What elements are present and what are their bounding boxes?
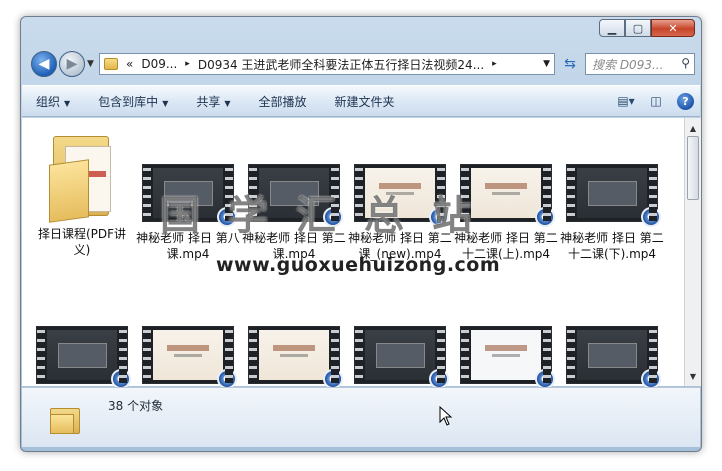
- search-placeholder: 搜索 D093...: [592, 57, 664, 72]
- file-list: 择日课程(PDF讲义) ● 神秘老师 择日 第八课.mp4 ● 神秘老师 择日 第二课.…: [22, 118, 684, 439]
- video-thumbnail: ●: [460, 326, 555, 389]
- item-count: 38 个对象: [108, 399, 164, 413]
- command-bar: 组织 ▼ 包含到库中 ▼ 共享 ▼ 全部播放 新建文件夹 ▤▾ ◫ ?: [22, 85, 700, 117]
- chevron-down-icon: ▼: [224, 98, 231, 108]
- organize-button[interactable]: 组织 ▼: [22, 93, 84, 110]
- video-file-item[interactable]: ● 神秘老师 择日 第二课.mp4: [242, 132, 346, 262]
- forward-button[interactable]: ▶: [59, 51, 85, 77]
- breadcrumb-separator[interactable]: ▸: [181, 59, 194, 69]
- video-thumbnail: ●: [354, 326, 449, 389]
- media-player-icon: ●: [535, 369, 555, 389]
- video-thumbnail: ●: [460, 164, 555, 227]
- folder-icon: [50, 404, 82, 434]
- media-player-icon: ●: [429, 207, 449, 227]
- chevron-down-icon: ▼: [64, 98, 71, 108]
- address-overflow-button[interactable]: «: [122, 57, 137, 71]
- refresh-icon: ⇆: [564, 56, 576, 72]
- breadcrumb-segment[interactable]: D0934 王进武老师全科要法正体五行择日法视频24...: [194, 56, 488, 73]
- share-button[interactable]: 共享 ▼: [182, 93, 244, 110]
- minimize-button[interactable]: ▁: [599, 19, 625, 37]
- video-thumbnail: ●: [248, 164, 343, 227]
- include-in-library-button[interactable]: 包含到库中 ▼: [84, 93, 182, 110]
- arrow-right-icon: ▶: [66, 56, 78, 72]
- breadcrumb-segment[interactable]: D09...: [137, 57, 181, 71]
- view-options-icon[interactable]: ▤▾: [617, 92, 635, 110]
- address-dropdown-button[interactable]: ▼: [543, 59, 550, 69]
- video-file-item[interactable]: ● 神秘老师 择日 第二十二课(上).mp4: [454, 132, 558, 262]
- watermark-url: www.guoxuehuizong.com: [216, 254, 501, 276]
- video-thumbnail: ●: [566, 164, 661, 227]
- media-player-icon: ●: [429, 369, 449, 389]
- media-player-icon: ●: [111, 369, 131, 389]
- folder-icon: [104, 58, 118, 70]
- mouse-cursor-icon: [439, 406, 453, 426]
- video-thumbnail: ●: [248, 326, 343, 389]
- video-file-item[interactable]: ● 神秘老师 择日 第二十二课(下).mp4: [560, 132, 664, 262]
- media-player-icon: ●: [323, 369, 343, 389]
- address-row: ◀ ▶ ▼ « D09... ▸ D0934 王进武老师全科要法正体五行择日法视…: [29, 49, 695, 79]
- file-name: 神秘老师 择日 第二十二课(下).mp4: [560, 231, 664, 261]
- media-player-icon: ●: [641, 369, 661, 389]
- video-thumbnail: ●: [142, 164, 237, 227]
- scroll-down-arrow[interactable]: ▼: [685, 368, 701, 384]
- media-player-icon: ●: [641, 207, 661, 227]
- scrollbar-thumb[interactable]: [687, 136, 699, 200]
- explorer-window: ▁ ▢ ✕ ◀ ▶ ▼ « D09... ▸ D0934 王进武老师全科要法正体…: [20, 16, 702, 452]
- new-folder-button[interactable]: 新建文件夹: [321, 93, 409, 110]
- video-thumbnail: ●: [354, 164, 449, 227]
- share-label: 共享: [196, 94, 221, 109]
- title-bar: ▁ ▢ ✕: [21, 17, 701, 43]
- video-file-item[interactable]: ● 神秘老师 择日 第八课.mp4: [136, 132, 240, 262]
- file-name: 择日课程(PDF讲义): [37, 227, 127, 257]
- preview-pane-icon[interactable]: ◫: [647, 92, 665, 110]
- breadcrumb-separator[interactable]: ▸: [488, 59, 501, 69]
- search-input[interactable]: 搜索 D093... ⚲: [585, 53, 695, 75]
- media-player-icon: ●: [535, 207, 555, 227]
- video-thumbnail: ●: [36, 326, 131, 389]
- folder-icon: [49, 132, 115, 223]
- play-all-button[interactable]: 全部播放: [245, 93, 321, 110]
- refresh-button[interactable]: ⇆: [559, 53, 581, 75]
- media-player-icon: ●: [217, 369, 237, 389]
- address-bar[interactable]: « D09... ▸ D0934 王进武老师全科要法正体五行择日法视频24...…: [99, 53, 555, 75]
- recent-pages-dropdown[interactable]: ▼: [87, 59, 94, 69]
- search-icon[interactable]: ⚲: [681, 56, 690, 70]
- scroll-up-arrow[interactable]: ▲: [685, 120, 701, 136]
- maximize-button[interactable]: ▢: [625, 19, 651, 37]
- back-button[interactable]: ◀: [31, 51, 57, 77]
- media-player-icon: ●: [323, 207, 343, 227]
- video-thumbnail: ●: [142, 326, 237, 389]
- details-pane: 38 个对象: [22, 387, 700, 447]
- organize-label: 组织: [36, 94, 61, 109]
- chevron-down-icon: ▼: [162, 98, 169, 108]
- window-controls: ▁ ▢ ✕: [599, 19, 695, 37]
- help-icon[interactable]: ?: [677, 92, 694, 110]
- video-thumbnail: ●: [566, 326, 661, 389]
- arrow-left-icon: ◀: [38, 56, 50, 72]
- close-button[interactable]: ✕: [651, 19, 695, 37]
- toolbar-right: ▤▾ ◫ ?: [617, 92, 694, 110]
- media-player-icon: ●: [217, 207, 237, 227]
- vertical-scrollbar[interactable]: ▲ ▼: [684, 118, 701, 386]
- include-in-library-label: 包含到库中: [98, 94, 159, 109]
- video-file-item[interactable]: ● 神秘老师 择日 第二课_(new).mp4: [348, 132, 452, 262]
- folder-item[interactable]: 择日课程(PDF讲义): [30, 132, 134, 258]
